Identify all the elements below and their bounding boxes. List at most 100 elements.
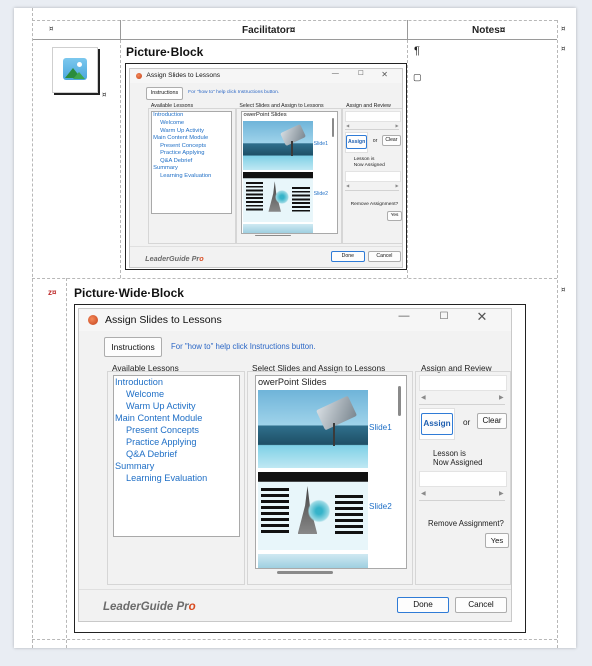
slides-scrollbar-thumb[interactable] xyxy=(331,118,334,137)
instructions-button[interactable]: Instructions xyxy=(145,86,184,101)
lessons-list[interactable]: Introduction Welcome Warm Up Activity Main … xyxy=(151,110,233,214)
assign-button[interactable]: Assign xyxy=(421,413,453,435)
review-bottom-field xyxy=(344,171,402,183)
lesson-item[interactable]: Practice Applying xyxy=(160,150,204,156)
slide3-thumbnail-partial[interactable] xyxy=(243,224,313,234)
lessons-list[interactable]: Introduction Welcome Warm Up Activity Main … xyxy=(113,375,240,537)
telescope-graphic xyxy=(315,395,357,430)
close-icon[interactable]: ✕ xyxy=(475,309,489,325)
row-border xyxy=(32,278,557,279)
slides-list[interactable]: owerPoint Slides Slide1 Slide2 xyxy=(255,375,407,569)
slide3-thumbnail-partial[interactable] xyxy=(258,554,368,568)
lesson-item[interactable]: Summary xyxy=(115,461,154,471)
row-end-mark: ¤ xyxy=(561,286,566,294)
scroll-left-icon[interactable]: ◀ xyxy=(346,183,349,188)
scroll-right-icon[interactable]: ▶ xyxy=(499,490,504,497)
lesson-item[interactable]: Summary xyxy=(153,165,178,171)
lesson-item[interactable]: Present Concepts xyxy=(126,425,199,435)
lesson-item[interactable]: Main Content Module xyxy=(153,135,208,141)
footer-separator xyxy=(79,589,511,590)
lesson-status-line1: Lesson is xyxy=(353,157,375,163)
scroll-right-icon[interactable]: ▶ xyxy=(395,123,398,128)
slide1-thumbnail[interactable] xyxy=(243,120,313,170)
lesson-item[interactable]: Welcome xyxy=(160,120,184,126)
wide-dialog-screenshot: Assign Slides to Lessons — ☐ ✕ Instructions F… xyxy=(78,308,512,622)
or-label: or xyxy=(372,137,378,144)
document-page: ¤ Facilitator¤ Notes¤ ¤ ¤ Picture·Block … xyxy=(14,8,576,648)
telescope-graphic xyxy=(279,123,306,146)
lesson-status-line2: Now Assigned xyxy=(353,163,385,169)
notes-header: Notes¤ xyxy=(472,25,506,36)
scroll-right-icon[interactable]: ▶ xyxy=(499,394,504,401)
clear-button[interactable]: Clear xyxy=(381,134,402,146)
cancel-button[interactable]: Cancel xyxy=(455,597,507,613)
leaderguide-logo: LeaderGuide Pro xyxy=(145,254,204,263)
lesson-status-line2: Now Assigned xyxy=(433,458,483,467)
picture-wide-block-title: Picture·Wide·Block xyxy=(74,286,184,300)
lesson-item[interactable]: Warm Up Activity xyxy=(126,401,196,411)
scroll-left-icon[interactable]: ◀ xyxy=(421,394,426,401)
flower-graphic xyxy=(274,189,289,205)
lesson-item[interactable]: Learning Evaluation xyxy=(126,473,207,483)
slide2-label[interactable]: Slide2 xyxy=(314,191,328,197)
scroll-left-icon[interactable]: ◀ xyxy=(421,490,426,497)
minimize-icon[interactable]: — xyxy=(397,310,411,322)
clear-button[interactable]: Clear xyxy=(477,413,507,429)
howto-hint: For "how to" help click Instructions but… xyxy=(188,89,280,95)
logo-accent: o xyxy=(188,601,196,613)
yes-button[interactable]: Yes xyxy=(386,210,402,221)
slides-scrollbar-thumb[interactable] xyxy=(398,386,401,416)
lesson-item[interactable]: Welcome xyxy=(126,389,164,399)
done-button[interactable]: Done xyxy=(397,597,449,613)
scroll-right-icon[interactable]: ▶ xyxy=(395,183,398,188)
remove-assignment-question: Remove Assignment? xyxy=(428,519,504,528)
slide2-thumbnail[interactable] xyxy=(258,472,368,550)
lesson-status-line1: Lesson is xyxy=(433,449,466,458)
header-row-border xyxy=(32,39,557,40)
cancel-button[interactable]: Cancel xyxy=(367,251,402,262)
row-end-mark: ¤ xyxy=(561,25,566,33)
slides-header: owerPoint Slides xyxy=(258,377,327,387)
remove-assignment-question: Remove Assignment? xyxy=(350,201,399,207)
lesson-item[interactable]: Learning Evaluation xyxy=(160,173,211,179)
or-label: or xyxy=(463,418,471,427)
col-divider-1 xyxy=(120,20,121,278)
done-button[interactable]: Done xyxy=(330,251,365,262)
yes-button[interactable]: Yes xyxy=(485,533,509,548)
telescope-stand xyxy=(290,141,293,157)
col-divider-1-header xyxy=(120,20,121,40)
lesson-item[interactable]: Practice Applying xyxy=(126,437,196,447)
picture-placeholder-icon[interactable] xyxy=(52,47,98,93)
app-icon xyxy=(88,315,98,325)
table-right-border xyxy=(557,20,558,648)
review-top-field xyxy=(419,375,507,391)
minimize-icon[interactable]: — xyxy=(331,70,340,77)
maximize-icon[interactable]: ☐ xyxy=(356,70,365,77)
lesson-item[interactable]: Main Content Module xyxy=(115,413,202,423)
slide1-label[interactable]: Slide1 xyxy=(314,141,328,147)
maximize-icon[interactable]: ☐ xyxy=(437,311,451,322)
slides-header: owerPoint Slides xyxy=(243,112,287,119)
wide-row-divider xyxy=(66,278,67,648)
text-block-graphic xyxy=(292,187,310,212)
scroll-left-icon[interactable]: ◀ xyxy=(346,123,349,128)
small-dialog-screenshot: Assign Slides to Lessons — ☐ ✕ Instructions F… xyxy=(129,68,403,268)
assign-button[interactable]: Assign xyxy=(346,134,368,150)
instructions-button[interactable]: Instructions xyxy=(104,337,162,357)
close-icon[interactable]: ✕ xyxy=(380,69,389,79)
slides-list[interactable]: owerPoint Slides Slide1 Slide2 xyxy=(241,110,339,235)
text-block-graphic xyxy=(245,182,263,212)
lesson-item[interactable]: Present Concepts xyxy=(160,143,206,149)
slide2-label[interactable]: Slide2 xyxy=(369,502,392,511)
lesson-item[interactable]: Introduction xyxy=(115,377,163,387)
lesson-item[interactable]: Q&A Debrief xyxy=(160,158,192,164)
slide1-thumbnail[interactable] xyxy=(258,390,368,468)
lesson-item[interactable]: Warm Up Activity xyxy=(160,128,204,134)
slide2-thumbnail[interactable] xyxy=(243,172,313,222)
slide1-label[interactable]: Slide1 xyxy=(369,423,392,432)
cell-end-mark: ¤ xyxy=(49,25,54,33)
row-end-mark: ¤ xyxy=(561,45,566,53)
slides-hscrollbar[interactable] xyxy=(277,571,333,574)
lesson-item[interactable]: Q&A Debrief xyxy=(126,449,177,459)
lesson-item[interactable]: Introduction xyxy=(153,112,183,118)
